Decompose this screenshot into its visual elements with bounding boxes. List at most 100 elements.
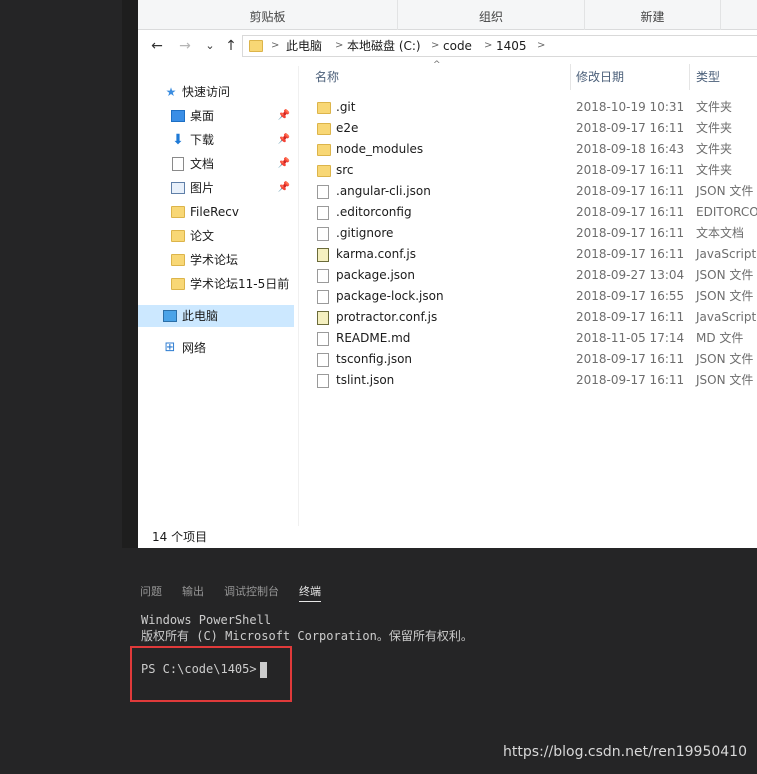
ribbon-group-new[interactable]: 新建 <box>585 0 721 30</box>
column-header-date[interactable]: 修改日期 <box>576 68 624 85</box>
breadcrumb-code[interactable]: code <box>443 38 472 54</box>
address-path-box[interactable]: > 此电脑 > 本地磁盘 (C:) > code > 1405 > <box>242 35 757 57</box>
file-type: 文件夹 <box>696 142 733 156</box>
breadcrumb-1405[interactable]: 1405 <box>496 38 527 54</box>
file-type: JavaScript <box>696 310 757 324</box>
file-name: karma.conf.js <box>336 247 416 261</box>
ribbon-group-label: 新建 <box>640 10 665 24</box>
file-name: node_modules <box>336 142 424 156</box>
javascript-file-icon <box>317 248 329 262</box>
file-icon <box>317 374 329 388</box>
file-row[interactable]: protractor.conf.js 2018-09-17 16:11 JavaSc… <box>299 307 757 328</box>
tab-terminal[interactable]: 终端 <box>299 583 321 602</box>
terminal-line: 版权所有 (C) Microsoft Corporation。保留所有权利。 <box>141 629 473 643</box>
file-icon <box>317 227 329 241</box>
nav-item-academic-forum-archive[interactable]: 学术论坛11-5日前 <box>138 273 294 295</box>
tab-problems[interactable]: 问题 <box>140 583 162 599</box>
file-list: ^ 名称 修改日期 类型 .git 2018-10-19 10:31 文件夹 e2e 2… <box>299 60 757 528</box>
file-name: e2e <box>336 121 359 135</box>
file-name: protractor.conf.js <box>336 310 438 324</box>
terminal-line: Windows PowerShell <box>141 613 272 627</box>
file-row[interactable]: package.json 2018-09-27 13:04 JSON 文件 <box>299 265 757 286</box>
file-modified-date: 2018-09-27 13:04 <box>576 268 685 282</box>
file-type: JSON 文件 <box>696 289 754 303</box>
file-row[interactable]: src 2018-09-17 16:11 文件夹 <box>299 160 757 181</box>
ribbon-group-clipboard[interactable]: 剪贴板 <box>138 0 398 30</box>
nav-label: FileRecv <box>190 205 239 219</box>
back-icon[interactable]: ← <box>148 37 166 55</box>
folder-icon <box>171 206 185 218</box>
column-header-name[interactable]: 名称 <box>315 68 339 85</box>
column-divider[interactable] <box>689 64 690 90</box>
file-modified-date: 2018-09-17 16:55 <box>576 289 685 303</box>
nav-this-pc[interactable]: 此电脑 <box>138 305 294 327</box>
forward-icon[interactable]: → <box>176 37 194 55</box>
tab-debug-console[interactable]: 调试控制台 <box>224 583 279 599</box>
nav-item-pictures[interactable]: 图片 📌 <box>138 177 294 199</box>
file-type: JavaScript <box>696 247 757 261</box>
file-row[interactable]: tsconfig.json 2018-09-17 16:11 JSON 文件 <box>299 349 757 370</box>
breadcrumb-this-pc[interactable]: 此电脑 <box>286 38 322 54</box>
nav-item-academic-forum[interactable]: 学术论坛 <box>138 249 294 271</box>
nav-item-downloads[interactable]: ⬇ 下载 📌 <box>138 129 294 151</box>
up-icon[interactable]: ↑ <box>222 37 240 55</box>
file-row[interactable]: .editorconfig 2018-09-17 16:11 EDITORCONFI… <box>299 202 757 223</box>
file-row[interactable]: .git 2018-10-19 10:31 文件夹 <box>299 97 757 118</box>
file-icon <box>317 290 329 304</box>
file-name: src <box>336 163 354 177</box>
file-icon <box>317 185 329 199</box>
tab-output[interactable]: 输出 <box>182 583 204 599</box>
file-row[interactable]: node_modules 2018-09-18 16:43 文件夹 <box>299 139 757 160</box>
file-name: tsconfig.json <box>336 352 413 366</box>
terminal-output[interactable]: Windows PowerShell 版权所有 (C) Microsoft Co… <box>141 612 473 644</box>
watermark: https://blog.csdn.net/ren19950410 <box>503 744 747 760</box>
file-type: 文件夹 <box>696 121 733 135</box>
file-modified-date: 2018-11-05 17:14 <box>576 331 685 345</box>
file-type: JSON 文件 <box>696 352 754 366</box>
nav-item-documents[interactable]: 文档 📌 <box>138 153 294 175</box>
nav-label: 桌面 <box>190 109 215 123</box>
file-icon <box>317 206 329 220</box>
file-row[interactable]: .angular-cli.json 2018-09-17 16:11 JSON 文件 <box>299 181 757 202</box>
file-row[interactable]: README.md 2018-11-05 17:14 MD 文件 <box>299 328 757 349</box>
nav-network[interactable]: ⊞ 网络 <box>138 337 294 359</box>
nav-label: 学术论坛11-5日前 <box>190 277 290 291</box>
nav-quick-access[interactable]: ★ 快速访问 <box>138 81 294 103</box>
file-name: README.md <box>336 331 411 345</box>
file-type: MD 文件 <box>696 331 744 345</box>
file-row[interactable]: karma.conf.js 2018-09-17 16:11 JavaScript <box>299 244 757 265</box>
breadcrumb-local-disk[interactable]: 本地磁盘 (C:) <box>347 38 421 54</box>
file-modified-date: 2018-09-17 16:11 <box>576 163 685 177</box>
javascript-file-icon <box>317 311 329 325</box>
nav-item-desktop[interactable]: 桌面 📌 <box>138 105 294 127</box>
file-type: EDITORCONFIG <box>696 205 757 219</box>
file-modified-date: 2018-10-19 10:31 <box>576 100 685 114</box>
highlight-annotation-box <box>130 646 292 702</box>
column-divider[interactable] <box>570 64 571 90</box>
column-header-type[interactable]: 类型 <box>696 68 720 85</box>
ribbon-group-organize[interactable]: 组织 <box>398 0 585 30</box>
file-name: .editorconfig <box>336 205 412 219</box>
file-name: .angular-cli.json <box>336 184 431 198</box>
chevron-right-icon: > <box>431 40 440 51</box>
nav-item-papers[interactable]: 论文 <box>138 225 294 247</box>
file-type: JSON 文件 <box>696 268 754 282</box>
file-row[interactable]: .gitignore 2018-09-17 16:11 文本文档 <box>299 223 757 244</box>
pin-icon: 📌 <box>277 134 290 145</box>
folder-icon <box>171 278 185 290</box>
folder-icon <box>317 144 331 156</box>
nav-label: 论文 <box>190 229 215 243</box>
computer-icon <box>163 310 177 322</box>
nav-item-filerecv[interactable]: FileRecv <box>138 201 294 223</box>
file-row[interactable]: package-lock.json 2018-09-17 16:55 JSON 文件 <box>299 286 757 307</box>
download-icon: ⬇ <box>172 132 184 148</box>
recent-locations-chevron-down-icon[interactable]: ⌄ <box>201 37 219 55</box>
file-row[interactable]: e2e 2018-09-17 16:11 文件夹 <box>299 118 757 139</box>
file-modified-date: 2018-09-17 16:11 <box>576 310 685 324</box>
pin-icon: 📌 <box>277 158 290 169</box>
ribbon-group-label: 剪贴板 <box>249 10 286 24</box>
file-icon <box>317 353 329 367</box>
file-modified-date: 2018-09-17 16:11 <box>576 205 685 219</box>
file-row[interactable]: tslint.json 2018-09-17 16:11 JSON 文件 <box>299 370 757 391</box>
star-icon: ★ <box>165 85 177 99</box>
